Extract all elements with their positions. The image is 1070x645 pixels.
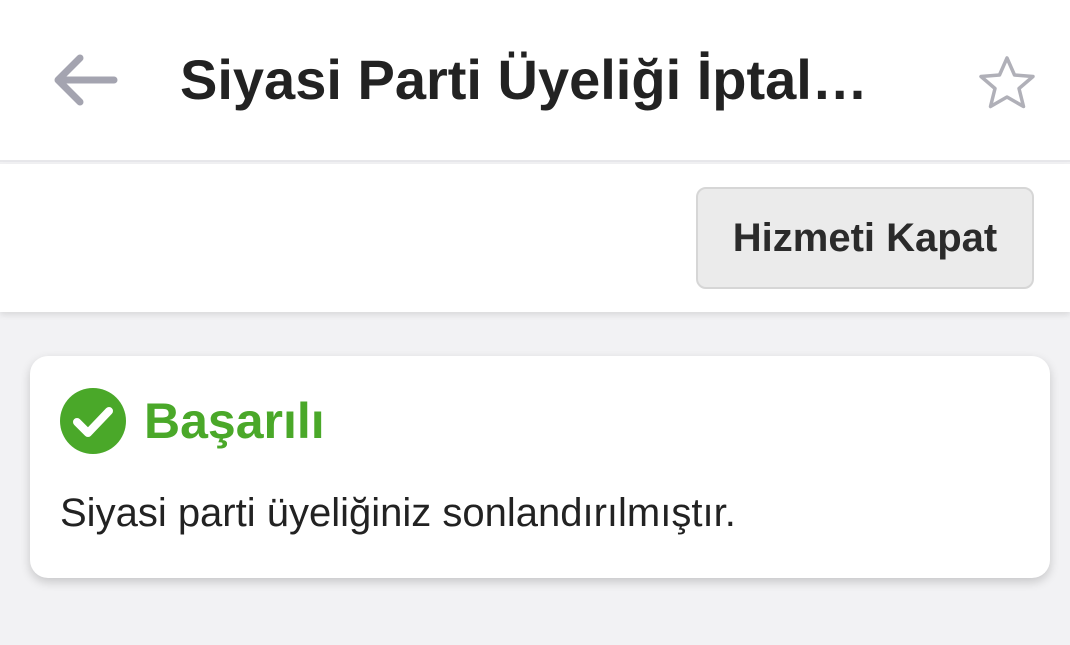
close-service-button[interactable]: Hizmeti Kapat xyxy=(696,187,1034,289)
page-title: Siyasi Parti Üyeliği İptal… xyxy=(180,48,868,111)
star-outline-icon xyxy=(979,56,1035,109)
app-header: Siyasi Parti Üyeliği İptal… xyxy=(0,0,1070,162)
arrow-left-icon xyxy=(54,54,118,106)
check-circle-icon xyxy=(60,388,126,454)
back-button[interactable] xyxy=(40,40,130,120)
status-message: Siyasi parti üyeliğiniz sonlandırılmıştı… xyxy=(60,491,736,535)
status-title: Başarılı xyxy=(144,393,325,449)
result-card: Başarılı Siyasi parti üyeliğiniz sonland… xyxy=(30,356,1050,578)
favorite-button[interactable] xyxy=(970,48,1044,118)
page: Siyasi Parti Üyeliği İptal… Hizmeti Kapa… xyxy=(0,0,1070,645)
action-bar: Hizmeti Kapat xyxy=(0,164,1070,312)
status-row: Başarılı xyxy=(60,386,325,456)
